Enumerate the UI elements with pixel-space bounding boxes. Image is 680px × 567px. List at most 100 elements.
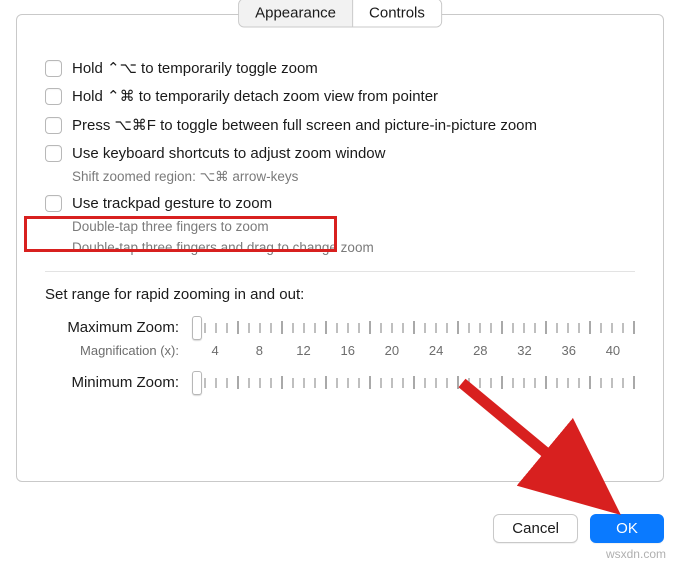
slider-tick	[204, 323, 206, 333]
slider-tick	[347, 323, 349, 333]
magnification-value: 24	[414, 343, 458, 358]
slider-tick	[358, 378, 360, 388]
label-press-pip: Press ⌥⌘F to toggle between full screen …	[72, 116, 537, 136]
option-keyboard-shortcuts: Use keyboard shortcuts to adjust zoom wi…	[45, 144, 635, 164]
checkbox-trackpad-gesture[interactable]	[45, 195, 62, 212]
slider-tick	[237, 376, 239, 389]
ok-button[interactable]: OK	[590, 514, 664, 543]
slider-tick	[446, 378, 448, 388]
slider-tick	[501, 321, 503, 334]
slider-tick	[303, 323, 305, 333]
slider-tick	[523, 378, 525, 388]
slider-tick	[248, 323, 250, 333]
slider-tick	[589, 321, 591, 334]
slider-tick	[622, 378, 624, 388]
cancel-button[interactable]: Cancel	[493, 514, 578, 543]
slider-tick	[347, 378, 349, 388]
row-min-zoom: Minimum Zoom:	[45, 372, 635, 394]
tab-controls[interactable]: Controls	[352, 0, 441, 27]
slider-tick	[292, 378, 294, 388]
slider-tick	[457, 321, 459, 334]
slider-tick	[314, 323, 316, 333]
slider-tick	[391, 378, 393, 388]
slider-tick	[435, 378, 437, 388]
slider-tick	[226, 323, 228, 333]
slider-tick	[226, 378, 228, 388]
slider-tick	[380, 323, 382, 333]
slider-tick	[589, 376, 591, 389]
option-press-pip: Press ⌥⌘F to toggle between full screen …	[45, 116, 635, 136]
slider-tick	[534, 378, 536, 388]
magnification-value: 28	[458, 343, 502, 358]
tab-appearance[interactable]: Appearance	[239, 0, 352, 27]
checkbox-hold-detach[interactable]	[45, 88, 62, 105]
sub-trackpad-1: Double-tap three fingers to zoom	[72, 218, 635, 236]
slider-tick	[556, 378, 558, 388]
sub-shift-region: Shift zoomed region: ⌥⌘ arrow-keys	[72, 168, 635, 186]
slider-tick	[270, 378, 272, 388]
slider-tick	[600, 378, 602, 388]
slider-tick	[270, 323, 272, 333]
settings-panel: Appearance Controls Hold ⌃⌥ to temporari…	[16, 14, 664, 482]
magnification-value: 36	[547, 343, 591, 358]
slider-tick	[292, 323, 294, 333]
slider-tick	[567, 323, 569, 333]
slider-tick	[567, 378, 569, 388]
slider-tick	[479, 378, 481, 388]
dialog-footer: Cancel OK	[493, 514, 664, 543]
slider-tick	[281, 376, 283, 389]
slider-tick	[314, 378, 316, 388]
slider-tick	[369, 376, 371, 389]
slider-tick	[446, 323, 448, 333]
slider-tick	[358, 323, 360, 333]
slider-thumb-max[interactable]	[192, 316, 202, 340]
label-hold-detach: Hold ⌃⌘ to temporarily detach zoom view …	[72, 87, 438, 107]
slider-tick	[556, 323, 558, 333]
checkbox-hold-toggle[interactable]	[45, 60, 62, 77]
slider-tick	[545, 376, 547, 389]
slider-thumb-min[interactable]	[192, 371, 202, 395]
checkbox-press-pip[interactable]	[45, 117, 62, 134]
slider-tick	[325, 321, 327, 334]
magnification-values: 481216202428323640	[193, 343, 635, 358]
label-max-zoom: Maximum Zoom:	[45, 319, 193, 336]
slider-tick	[303, 378, 305, 388]
slider-tick	[490, 323, 492, 333]
slider-tick	[534, 323, 536, 333]
label-magnification: Magnification (x):	[45, 343, 193, 358]
option-hold-toggle: Hold ⌃⌥ to temporarily toggle zoom	[45, 59, 635, 79]
magnification-value: 16	[326, 343, 370, 358]
slider-tick	[336, 323, 338, 333]
slider-tick	[578, 323, 580, 333]
slider-tick	[259, 378, 261, 388]
label-keyboard-shortcuts: Use keyboard shortcuts to adjust zoom wi…	[72, 144, 385, 164]
slider-tick	[369, 321, 371, 334]
slider-tick	[215, 378, 217, 388]
slider-tick	[633, 376, 635, 389]
magnification-value: 32	[502, 343, 546, 358]
slider-tick	[512, 378, 514, 388]
slider-tick	[611, 378, 613, 388]
label-hold-toggle: Hold ⌃⌥ to temporarily toggle zoom	[72, 59, 318, 79]
slider-tick	[281, 321, 283, 334]
magnification-value: 12	[281, 343, 325, 358]
checkbox-keyboard-shortcuts[interactable]	[45, 145, 62, 162]
slider-max-zoom[interactable]	[193, 317, 635, 339]
slider-tick	[248, 378, 250, 388]
slider-tick	[380, 378, 382, 388]
slider-tick	[490, 378, 492, 388]
slider-tick	[336, 378, 338, 388]
slider-tick	[402, 378, 404, 388]
slider-tick	[468, 323, 470, 333]
divider	[45, 271, 635, 272]
slider-tick	[600, 323, 602, 333]
slider-tick	[215, 323, 217, 333]
tab-bar: Appearance Controls	[238, 0, 442, 28]
option-trackpad-gesture: Use trackpad gesture to zoom	[45, 194, 635, 214]
slider-min-zoom[interactable]	[193, 372, 635, 394]
slider-tick	[457, 376, 459, 389]
slider-tick	[578, 378, 580, 388]
slider-tick	[622, 323, 624, 333]
slider-tick	[424, 323, 426, 333]
option-hold-detach: Hold ⌃⌘ to temporarily detach zoom view …	[45, 87, 635, 107]
